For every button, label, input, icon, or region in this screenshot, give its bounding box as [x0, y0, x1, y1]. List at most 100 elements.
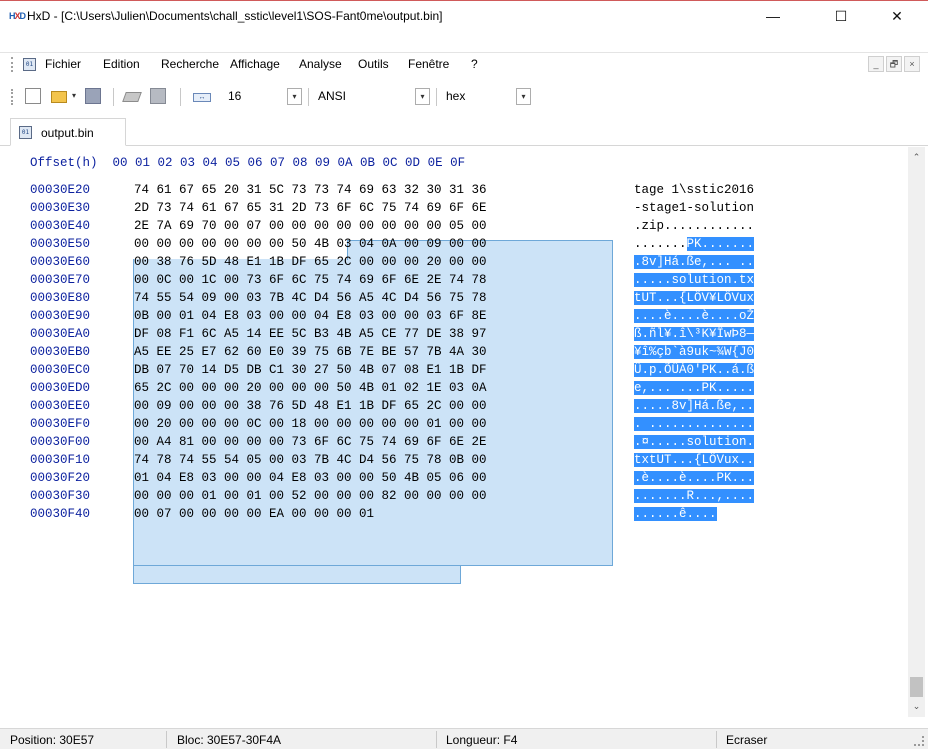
row-text-selected: .è....è....PK... [634, 471, 755, 485]
menu-recherche[interactable]: Recherche [161, 57, 219, 71]
row-hex-bytes[interactable]: 74 55 54 09 00 03 7B 4C D4 56 A5 4C D4 5… [134, 291, 487, 305]
scroll-down-icon[interactable]: ⌄ [908, 698, 925, 715]
row-offset[interactable]: 00030E30 [30, 201, 90, 215]
tab-label: output.bin [41, 126, 94, 140]
row-text[interactable]: e,... ...PK..... [634, 381, 755, 395]
row-hex-bytes[interactable]: 00 00 00 01 00 01 00 52 00 00 00 82 00 0… [134, 489, 487, 503]
row-text[interactable]: .zip............ [634, 219, 754, 233]
row-offset[interactable]: 00030F10 [30, 453, 90, 467]
row-text[interactable]: .¤.....solution. [634, 435, 755, 449]
row-text[interactable]: .8v]Há.ße,... .. [634, 255, 755, 269]
menu-edition[interactable]: Edition [103, 57, 140, 71]
row-hex-bytes[interactable]: 2D 73 74 61 67 65 31 2D 73 6F 6C 75 74 6… [134, 201, 487, 215]
row-offset[interactable]: 00030F30 [30, 489, 90, 503]
resize-grip-icon[interactable] [914, 736, 924, 746]
row-offset[interactable]: 00030F40 [30, 507, 90, 521]
row-text[interactable]: .è....è....PK... [634, 471, 755, 485]
row-text[interactable]: ....è....è....oŽ [634, 309, 755, 323]
menubar-grip-handle[interactable] [11, 57, 13, 72]
row-offset[interactable]: 00030EF0 [30, 417, 90, 431]
row-hex-bytes[interactable]: 0B 00 01 04 E8 03 00 00 04 E8 03 00 00 0… [134, 309, 487, 323]
vertical-scrollbar[interactable]: ⌃ ⌄ [908, 147, 925, 717]
row-hex-bytes[interactable]: 00 A4 81 00 00 00 00 73 6F 6C 75 74 69 6… [134, 435, 487, 449]
row-hex-bytes[interactable]: 00 38 76 5D 48 E1 1B DF 65 2C 00 00 00 2… [134, 255, 487, 269]
row-text[interactable]: tage 1\sstic2016 [634, 183, 754, 197]
row-offset[interactable]: 00030F20 [30, 471, 90, 485]
row-text-selected: txtUT...{LÔVux.. [634, 453, 755, 467]
row-hex-bytes[interactable]: 74 78 74 55 54 05 00 03 7B 4C D4 56 75 7… [134, 453, 487, 467]
row-offset[interactable]: 00030E40 [30, 219, 90, 233]
new-file-icon[interactable] [25, 88, 41, 104]
row-hex-bytes[interactable]: 2E 7A 69 70 00 07 00 00 00 00 00 00 00 0… [134, 219, 487, 233]
row-offset[interactable]: 00030E60 [30, 255, 90, 269]
save-icon[interactable] [85, 88, 101, 104]
row-hex-bytes[interactable]: 74 61 67 65 20 31 5C 73 73 74 69 63 32 3… [134, 183, 487, 197]
window-title: HxD - [C:\Users\Julien\Documents\chall_s… [27, 9, 443, 23]
row-text[interactable]: txtUT...{LÔVux.. [634, 453, 755, 467]
minimize-button[interactable]: — [750, 1, 796, 31]
row-text[interactable]: . .............. [634, 417, 755, 431]
row-offset[interactable]: 00030E70 [30, 273, 90, 287]
bytes-per-row-value[interactable]: 16 [228, 89, 241, 103]
row-hex-bytes[interactable]: 00 00 00 00 00 00 00 50 4B 03 04 0A 00 0… [134, 237, 487, 251]
row-hex-bytes[interactable]: 00 0C 00 1C 00 73 6F 6C 75 74 69 6F 6E 2… [134, 273, 487, 287]
charset-dropdown[interactable]: ▾ [415, 88, 430, 105]
row-hex-bytes[interactable]: DB 07 70 14 D5 DB C1 30 27 50 4B 07 08 E… [134, 363, 487, 377]
row-text[interactable]: Û.p.ÕÛÁ0'PK..á.ß [634, 363, 755, 377]
row-text[interactable]: -stage1-solution [634, 201, 754, 215]
row-offset[interactable]: 00030ED0 [30, 381, 90, 395]
row-text[interactable]: tUT...{LÔV¥LÔVux [634, 291, 755, 305]
row-hex-bytes[interactable]: 00 09 00 00 00 38 76 5D 48 E1 1B DF 65 2… [134, 399, 487, 413]
row-offset[interactable]: 00030E90 [30, 309, 90, 323]
open-dropdown-icon[interactable]: ▾ [72, 91, 76, 100]
row-offset[interactable]: 00030EE0 [30, 399, 90, 413]
charset-value[interactable]: ANSI [318, 89, 346, 103]
row-text[interactable]: .......PK....... [634, 237, 755, 251]
mdi-minimize-button[interactable]: _ [868, 56, 884, 72]
row-hex-bytes[interactable]: 00 20 00 00 00 0C 00 18 00 00 00 00 00 0… [134, 417, 487, 431]
row-text[interactable]: ß.ñl¥.î\³K¥ÎwÞ8— [634, 327, 755, 341]
row-offset[interactable]: 00030E50 [30, 237, 90, 251]
toolbar: ▾ ↔ 16 ▾ ANSI ▾ hex ▾ [0, 80, 928, 110]
scroll-up-icon[interactable]: ⌃ [908, 149, 925, 166]
menu-analyse[interactable]: Analyse [299, 57, 342, 71]
status-mode[interactable]: Ecraser [726, 733, 767, 747]
open-folder-icon[interactable] [51, 91, 67, 103]
hex-editor[interactable]: Offset(h) 00 01 02 03 04 05 06 07 08 09 … [10, 147, 908, 717]
row-offset[interactable]: 00030F00 [30, 435, 90, 449]
menu-fenetre[interactable]: Fenêtre [408, 57, 449, 71]
row-offset[interactable]: 00030EB0 [30, 345, 90, 359]
row-offset[interactable]: 00030E80 [30, 291, 90, 305]
row-text[interactable]: ¥î%çb`à9uk~¾W{J0 [634, 345, 755, 359]
open-ram-icon[interactable] [150, 88, 166, 104]
row-offset[interactable]: 00030EA0 [30, 327, 90, 341]
row-hex-bytes[interactable]: 00 07 00 00 00 00 EA 00 00 00 01 [134, 507, 374, 521]
row-text[interactable]: .....8v]Há.ße,.. [634, 399, 755, 413]
offset-base-value[interactable]: hex [446, 89, 465, 103]
row-text[interactable]: .......R...,.... [634, 489, 755, 503]
bytes-per-row-dropdown[interactable]: ▾ [287, 88, 302, 105]
menu-outils[interactable]: Outils [358, 57, 389, 71]
toolbar-grip-handle[interactable] [11, 89, 13, 105]
row-hex-bytes[interactable]: 65 2C 00 00 00 20 00 00 00 50 4B 01 02 1… [134, 381, 487, 395]
scrollbar-thumb[interactable] [910, 677, 923, 697]
menu-help[interactable]: ? [471, 57, 478, 71]
row-hex-bytes[interactable]: 01 04 E8 03 00 00 04 E8 03 00 00 50 4B 0… [134, 471, 487, 485]
maximize-button[interactable]: ☐ [818, 1, 864, 31]
mdi-close-button[interactable]: × [904, 56, 920, 72]
mdi-restore-button[interactable]: 🗗 [886, 56, 902, 72]
row-offset[interactable]: 00030E20 [30, 183, 90, 197]
close-button[interactable]: ✕ [874, 1, 920, 31]
row-offset[interactable]: 00030EC0 [30, 363, 90, 377]
row-hex-bytes[interactable]: A5 EE 25 E7 62 60 E0 39 75 6B 7E BE 57 7… [134, 345, 487, 359]
row-text[interactable]: ......ê.... [634, 507, 717, 521]
menu-affichage[interactable]: Affichage [230, 57, 280, 71]
offset-base-dropdown[interactable]: ▾ [516, 88, 531, 105]
menu-fichier[interactable]: Fichier [45, 57, 81, 71]
row-text[interactable]: .....solution.tx [634, 273, 755, 287]
open-disk-icon[interactable] [122, 92, 142, 102]
tab-output-bin[interactable]: 01 output.bin [10, 118, 126, 146]
document-icon[interactable]: 01 [23, 58, 36, 71]
tab-bar: 01 output.bin [0, 116, 928, 146]
row-hex-bytes[interactable]: DF 08 F1 6C A5 14 EE 5C B3 4B A5 CE 77 D… [134, 327, 487, 341]
